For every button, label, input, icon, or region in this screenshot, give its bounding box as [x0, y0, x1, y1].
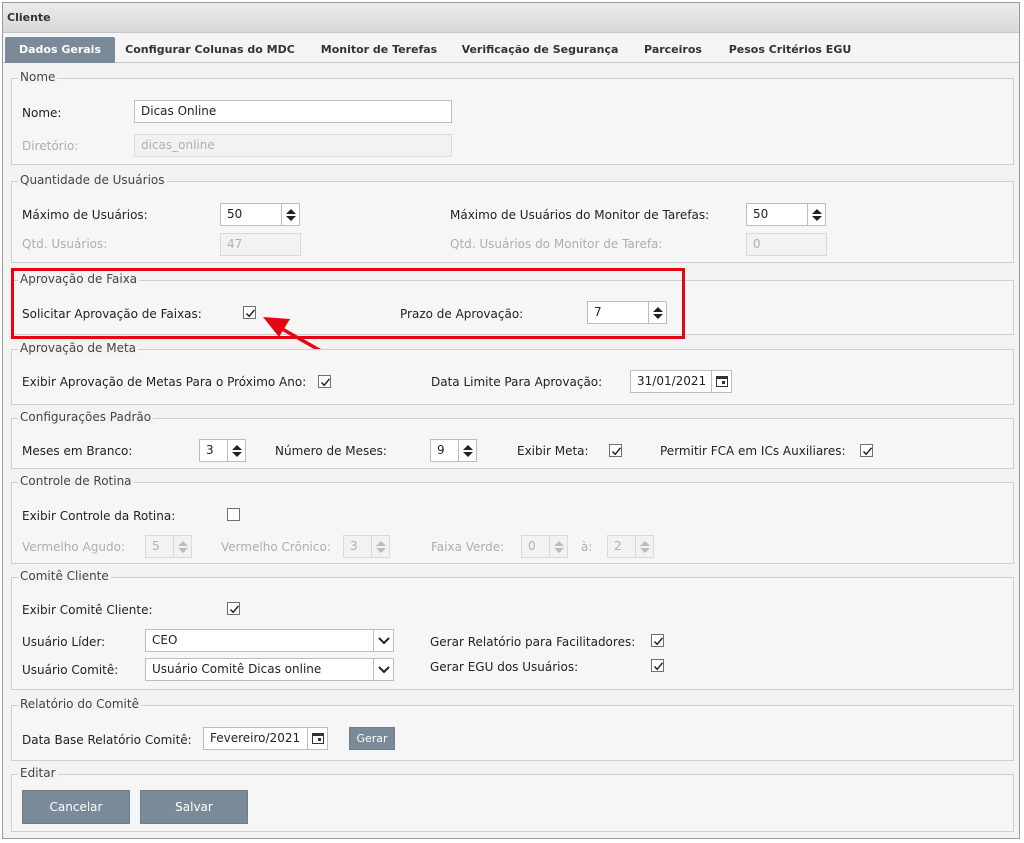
- exibir-meta-checkbox[interactable]: [609, 444, 622, 457]
- tab-parceiros[interactable]: Parceiros: [635, 37, 711, 63]
- faixa-verde-from-input: 0: [521, 535, 550, 558]
- section-nome-legend: Nome: [18, 70, 58, 84]
- exibir-aprovacao-metas-checkbox[interactable]: [318, 375, 331, 388]
- data-base-input[interactable]: Fevereiro/2021: [203, 727, 308, 750]
- max-usuarios-monitor-label: Máximo de Usuários do Monitor de Tarefas…: [450, 208, 710, 222]
- faixa-verde-label: Faixa Verde:: [431, 540, 505, 554]
- exibir-controle-rotina-checkbox[interactable]: [227, 508, 240, 521]
- qtd-usuarios-input: 47: [220, 233, 301, 256]
- diretorio-label: Diretório:: [22, 139, 79, 153]
- numero-meses-label: Número de Meses:: [275, 444, 387, 458]
- tab-dados-gerais[interactable]: Dados Gerais: [5, 37, 115, 63]
- meses-branco-input[interactable]: 3: [199, 439, 228, 462]
- relatorio-facilitadores-checkbox[interactable]: [651, 634, 664, 647]
- faixa-verde-from-spinner: [550, 535, 568, 558]
- section-rotina-legend: Controle de Rotina: [18, 474, 134, 488]
- data-base-label: Data Base Relatório Comitê:: [22, 733, 192, 747]
- exibir-meta-label: Exibir Meta:: [517, 444, 589, 458]
- vermelho-cronico-label: Vermelho Crônico:: [221, 540, 331, 554]
- max-usuarios-label: Máximo de Usuários:: [22, 208, 148, 222]
- tab-monitor-terefas[interactable]: Monitor de Terefas: [313, 37, 445, 63]
- permitir-fca-label: Permitir FCA em ICs Auxiliares:: [660, 444, 846, 458]
- relatorio-facilitadores-label: Gerar Relatório para Facilitadores:: [430, 635, 636, 649]
- faixa-verde-ate-label: à:: [581, 540, 593, 554]
- exibir-comite-checkbox[interactable]: [227, 602, 240, 615]
- max-usuarios-input[interactable]: 50: [220, 203, 282, 226]
- max-usuarios-monitor-input[interactable]: 50: [746, 203, 808, 226]
- usuario-lider-label: Usuário Líder:: [22, 635, 106, 649]
- diretorio-input: dicas_online: [134, 134, 452, 157]
- qtd-usuarios-label: Qtd. Usuários:: [22, 237, 108, 251]
- max-usuarios-spinner[interactable]: [282, 203, 300, 226]
- vermelho-agudo-label: Vermelho Agudo:: [22, 540, 125, 554]
- vermelho-cronico-input: 3: [343, 535, 372, 558]
- window-title: Cliente: [7, 11, 51, 24]
- exibir-controle-rotina-label: Exibir Controle da Rotina:: [22, 509, 176, 523]
- section-editar-legend: Editar: [18, 766, 58, 780]
- faixa-verde-to-spinner: [636, 535, 654, 558]
- tab-verificacao-seguranca[interactable]: Verificação de Segurança: [459, 37, 621, 63]
- tab-pesos-criterios[interactable]: Pesos Critérios EGU: [725, 37, 855, 63]
- faixa-verde-to-input: 2: [607, 535, 636, 558]
- usuario-comite-select[interactable]: Usuário Comitê Dicas online: [145, 658, 374, 681]
- window-titlebar: Cliente: [3, 3, 1019, 33]
- gerar-egu-label: Gerar EGU dos Usuários:: [430, 660, 579, 674]
- section-meta-legend: Aprovação de Meta: [18, 341, 139, 355]
- nome-label: Nome:: [22, 106, 62, 120]
- max-usuarios-monitor-spinner[interactable]: [808, 203, 826, 226]
- save-button[interactable]: Salvar: [140, 790, 248, 824]
- section-usuarios-legend: Quantidade de Usuários: [18, 173, 167, 187]
- data-limite-input[interactable]: 31/01/2021: [630, 370, 712, 393]
- section-relatorio-legend: Relatório do Comitê: [18, 697, 141, 711]
- gerar-button[interactable]: Gerar: [349, 727, 395, 750]
- meses-branco-spinner[interactable]: [228, 439, 246, 462]
- chevron-down-icon[interactable]: [374, 658, 394, 681]
- usuario-comite-label: Usuário Comitê:: [22, 663, 119, 677]
- nome-input[interactable]: Dicas Online: [134, 100, 452, 123]
- vermelho-cronico-spinner: [372, 535, 390, 558]
- calendar-icon[interactable]: [712, 370, 732, 393]
- meses-branco-label: Meses em Branco:: [22, 444, 133, 458]
- gerar-egu-checkbox[interactable]: [651, 659, 664, 672]
- section-comite-legend: Comitê Cliente: [18, 569, 111, 583]
- numero-meses-input[interactable]: 9: [430, 439, 459, 462]
- qtd-usuarios-monitor-label: Qtd. Usuários do Monitor de Tarefa:: [450, 237, 663, 251]
- vermelho-agudo-input: 5: [145, 535, 174, 558]
- tab-configurar-colunas[interactable]: Configurar Colunas do MDC: [121, 37, 299, 63]
- section-padrao-legend: Configurações Padrão: [18, 410, 154, 424]
- exibir-aprovacao-metas-label: Exibir Aprovação de Metas Para o Próximo…: [22, 375, 307, 389]
- exibir-comite-label: Exibir Comitê Cliente:: [22, 603, 153, 617]
- tab-bar: Dados Gerais Configurar Colunas do MDC M…: [3, 37, 1019, 63]
- data-limite-label: Data Limite Para Aprovação:: [431, 375, 603, 389]
- cancel-button[interactable]: Cancelar: [22, 790, 130, 824]
- permitir-fca-checkbox[interactable]: [860, 444, 873, 457]
- vermelho-agudo-spinner: [174, 535, 192, 558]
- numero-meses-spinner[interactable]: [459, 439, 477, 462]
- calendar-icon[interactable]: [308, 727, 328, 750]
- chevron-down-icon[interactable]: [374, 629, 394, 652]
- qtd-usuarios-monitor-input: 0: [746, 233, 827, 256]
- usuario-lider-select[interactable]: CEO: [145, 629, 374, 652]
